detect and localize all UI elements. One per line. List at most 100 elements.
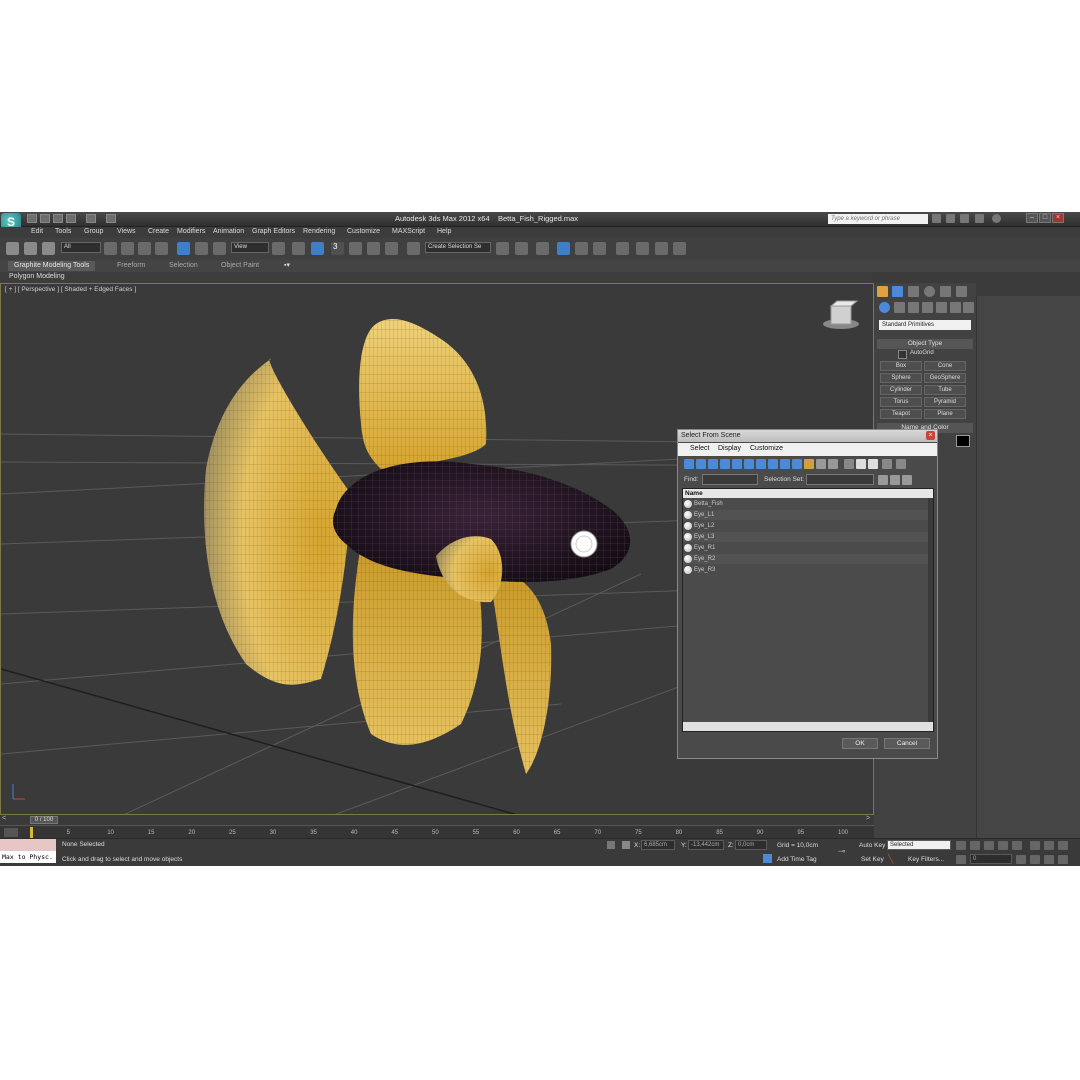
current-frame-field[interactable]: 0 [970,854,1012,864]
display-all-icon[interactable] [828,459,838,469]
primitive-category-dropdown[interactable]: Standard Primitives [879,320,971,330]
go-to-start-icon[interactable] [956,841,966,850]
project-folder-icon[interactable] [106,214,116,223]
display-geometry-icon[interactable] [684,459,694,469]
edit-named-selection-icon[interactable] [407,242,420,255]
filter-icon[interactable] [882,459,892,469]
list-horizontal-scrollbar[interactable] [683,722,933,731]
dialog-menu-display[interactable]: Display [718,445,741,452]
save-file-icon[interactable] [53,214,63,223]
find-input[interactable] [702,474,758,485]
time-slider-thumb[interactable]: 0 / 100 [30,816,58,824]
key-filters-button[interactable]: Key Filters... [908,856,944,863]
maxscript-output[interactable] [0,839,56,851]
menu-views[interactable]: Views [117,228,136,235]
time-configuration-icon[interactable] [1016,855,1026,864]
select-all-icon[interactable] [844,459,854,469]
help-icon[interactable] [992,214,1001,223]
helpers-icon[interactable] [936,302,947,313]
tab-freeform[interactable]: Freeform [111,261,151,271]
select-and-move-icon[interactable] [177,242,190,255]
display-frozen-icon[interactable] [804,459,814,469]
time-slider-next-icon[interactable]: > [866,815,870,822]
geometry-icon[interactable] [879,302,890,313]
mirror-icon[interactable] [496,242,509,255]
list-item[interactable]: Eye_R3 [683,565,931,575]
align-icon[interactable] [515,242,528,255]
go-to-end-icon[interactable] [1012,841,1022,850]
lights-icon[interactable] [908,302,919,313]
layer-manager-icon[interactable] [536,242,549,255]
cameras-icon[interactable] [922,302,933,313]
tab-selection[interactable]: Selection [163,261,204,271]
open-file-icon[interactable] [40,214,50,223]
mini-curve-editor-icon[interactable] [4,828,18,837]
sphere-button[interactable]: Sphere [880,373,922,383]
y-coord-field[interactable]: -13,442cm [688,840,724,850]
select-by-name-icon[interactable] [121,242,134,255]
menu-rendering[interactable]: Rendering [303,228,335,235]
time-slider-prev-icon[interactable]: < [2,815,6,822]
list-item[interactable]: Eye_R1 [683,543,931,553]
x-coord-field[interactable]: 6,685cm [641,840,675,850]
list-item[interactable]: Eye_L3 [683,532,931,542]
systems-icon[interactable] [963,302,974,313]
keyboard-shortcut-override-icon[interactable] [311,242,324,255]
default-in-out-tangent-icon[interactable]: ╲ [888,854,893,865]
sync-selection-icon[interactable] [896,459,906,469]
set-key-button[interactable]: Set Key [861,856,884,863]
auto-key-button[interactable]: Auto Key [859,842,885,849]
bind-space-warp-icon[interactable] [42,242,55,255]
zoom-all-icon[interactable] [1044,841,1054,850]
motion-tab-icon[interactable] [924,286,935,297]
material-editor-icon[interactable] [616,242,629,255]
menu-graph-editors[interactable]: Graph Editors [252,228,295,235]
menu-modifiers[interactable]: Modifiers [177,228,205,235]
close-button[interactable]: × [1052,213,1064,223]
add-time-tag-button[interactable]: Add Time Tag [777,856,817,863]
rendered-frame-window-icon[interactable] [655,242,668,255]
torus-button[interactable]: Torus [880,397,922,407]
menu-maxscript[interactable]: MAXScript [392,228,425,235]
field-of-view-icon[interactable] [1030,855,1040,864]
percent-snap-icon[interactable] [367,242,380,255]
display-tab-icon[interactable] [940,286,951,297]
z-coord-field[interactable]: 0,0cm [735,840,767,850]
maxscript-listener-input[interactable]: Max to Physc. [0,851,56,863]
select-link-icon[interactable] [6,242,19,255]
dialog-menu-customize[interactable]: Customize [750,445,783,452]
menu-customize[interactable]: Customize [347,228,380,235]
box-button[interactable]: Box [880,361,922,371]
teapot-button[interactable]: Teapot [880,409,922,419]
communication-center-icon[interactable] [960,214,969,223]
menu-tools[interactable]: Tools [55,228,71,235]
ribbon-options-icon[interactable]: ▪▾ [278,261,296,271]
spinner-snap-icon[interactable] [385,242,398,255]
graphite-ribbon-toggle-icon[interactable] [557,242,570,255]
window-crossing-icon[interactable] [155,242,168,255]
schematic-view-icon[interactable] [593,242,606,255]
tube-button[interactable]: Tube [924,385,966,395]
select-object-icon[interactable] [104,242,117,255]
menu-animation[interactable]: Animation [213,228,244,235]
tab-object-paint[interactable]: Object Paint [215,261,265,271]
shapes-icon[interactable] [894,302,905,313]
snaps-toggle-icon[interactable]: 3 [331,242,344,255]
pyramid-button[interactable]: Pyramid [924,397,966,407]
menu-create[interactable]: Create [148,228,169,235]
orbit-icon[interactable] [1058,855,1068,864]
render-production-icon[interactable] [673,242,686,255]
unlink-icon[interactable] [24,242,37,255]
select-and-rotate-icon[interactable] [195,242,208,255]
display-groups-icon[interactable] [756,459,766,469]
add-to-selection-set-icon[interactable] [902,475,912,485]
play-icon[interactable] [984,841,994,850]
list-item[interactable]: Betta_Fish [683,499,931,509]
reference-coordinate-dropdown[interactable]: View [231,242,269,253]
menu-help[interactable]: Help [437,228,451,235]
display-containers-icon[interactable] [792,459,802,469]
pan-view-icon[interactable] [1044,855,1054,864]
hierarchy-tab-icon[interactable] [908,286,919,297]
time-slider[interactable]: 0 / 100 < > [0,815,874,825]
binoculars-icon[interactable] [932,214,941,223]
